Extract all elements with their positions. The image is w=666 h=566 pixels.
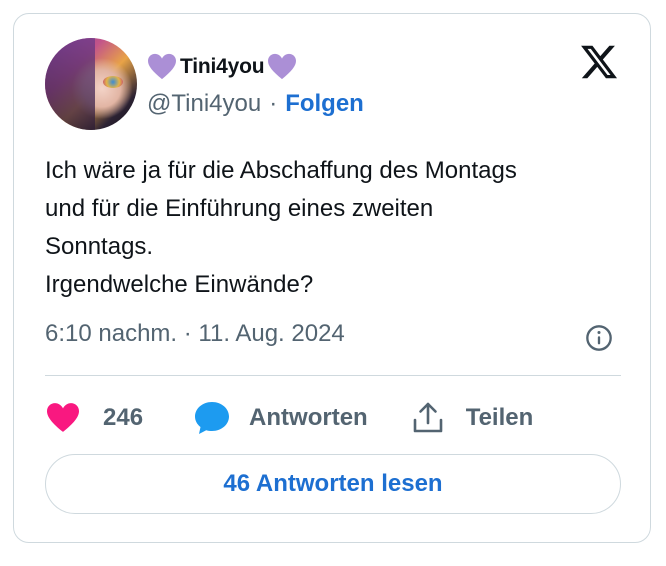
avatar-hair [45,38,95,130]
like-button[interactable]: 246 [45,402,143,434]
reply-button[interactable]: Antworten [193,400,368,436]
info-icon[interactable] [585,324,613,352]
tweet-text-line: Ich wäre ja für die Abschaffung des Mont… [45,157,517,184]
like-count: 246 [103,404,144,431]
tweet-text-line: und für die Einführung eines zweiten [45,195,434,222]
tweet-text-line: Irgendwelche Einwände? [45,271,314,298]
read-replies-button[interactable]: 46 Antworten lesen [45,454,621,514]
heart-icon [47,403,79,432]
avatar-makeup [103,76,123,88]
reply-label: Antworten [249,404,368,431]
separator-dot: · [269,90,278,117]
author-name-row[interactable]: Tini4you [147,52,297,82]
author-handle-row: @Tini4you · Folgen [147,90,364,118]
author-handle[interactable]: @Tini4you [147,90,261,118]
purple-heart-icon [148,53,176,80]
tweet-card: Tini4you @Tini4you · Folgen Ich wäre ja … [13,13,651,543]
x-logo-icon[interactable] [579,42,619,82]
display-name[interactable]: Tini4you [180,55,265,79]
action-bar: 246 Antworten Teilen [45,396,533,440]
reply-bubble-icon [195,402,230,434]
tweet-timestamp[interactable]: 6:10 nachm. · 11. Aug. 2024 [45,320,345,348]
share-icon [413,402,443,433]
purple-heart-icon [268,53,297,80]
tweet-text-line: Sonntags. [45,233,154,260]
share-label: Teilen [465,404,534,431]
share-button[interactable]: Teilen [412,401,534,435]
divider [45,375,621,376]
avatar[interactable] [45,38,137,130]
tweet-text: Ich wäre ja für die Abschaffung des Mont… [45,152,635,304]
follow-button[interactable]: Folgen [285,90,364,118]
